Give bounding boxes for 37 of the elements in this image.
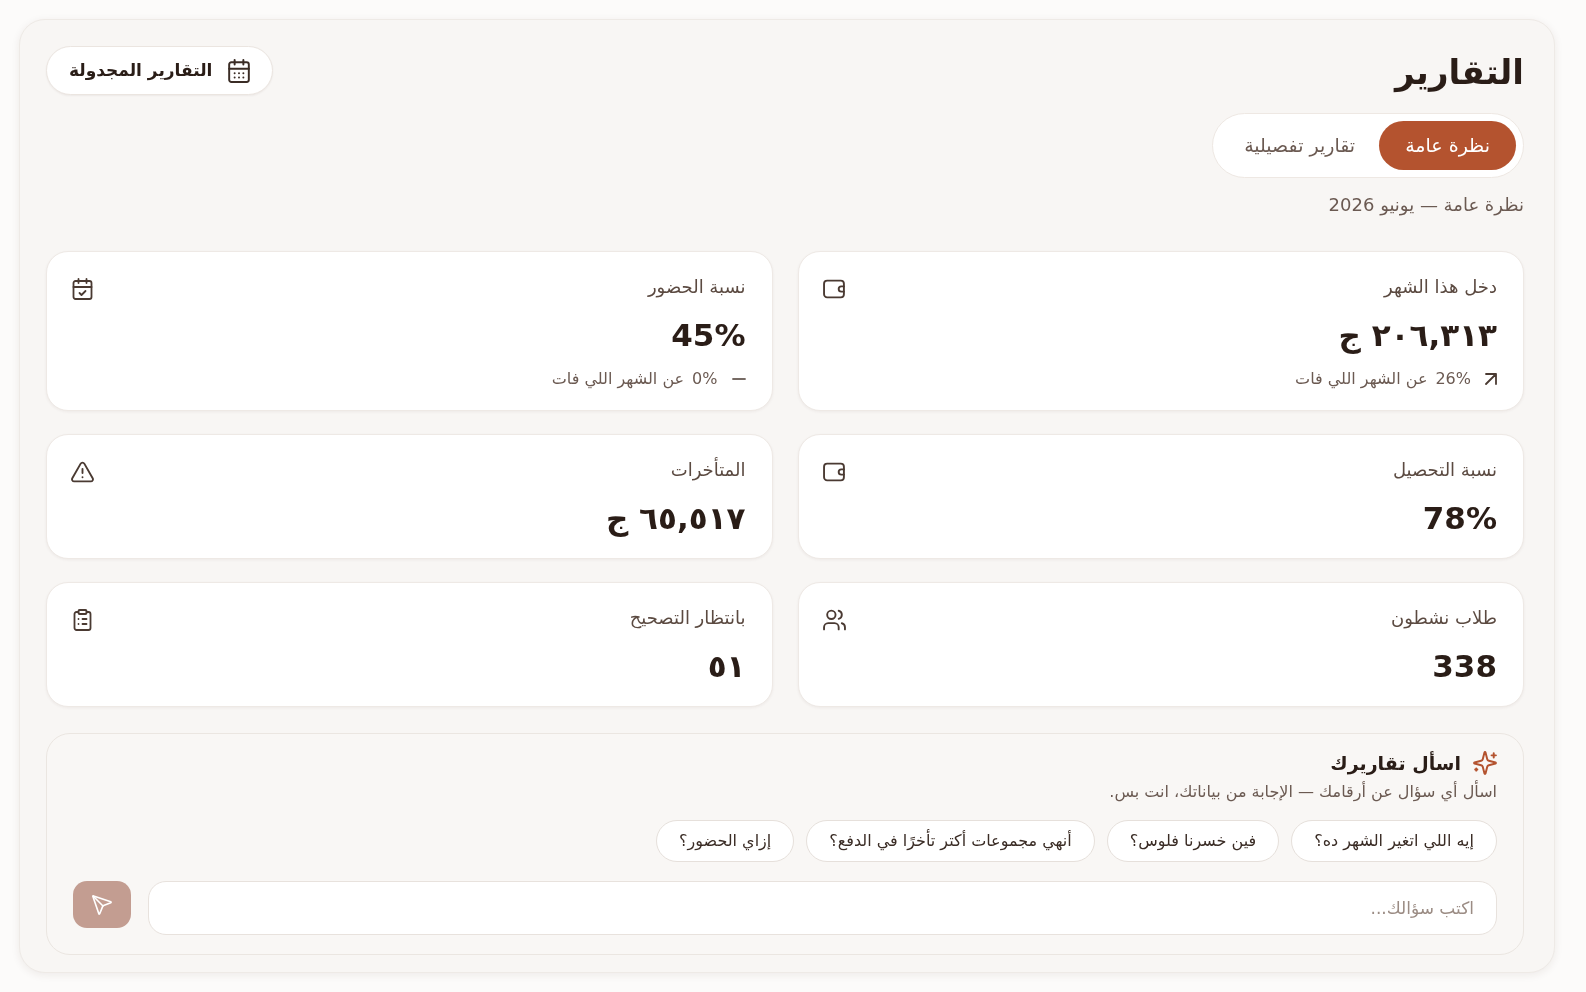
page-title: التقارير <box>1394 51 1524 94</box>
section-subtitle: نظرة عامة — يونيو 2026 <box>1328 193 1524 217</box>
wallet-icon <box>822 278 846 300</box>
sparkles-icon <box>1473 751 1497 775</box>
users-icon <box>822 609 846 631</box>
stat-label: المتأخرات <box>670 457 746 483</box>
stat-value: 338 <box>1432 647 1497 686</box>
wallet-icon <box>822 461 846 483</box>
suggestion-chip[interactable]: فين خسرنا فلوس؟ <box>1106 820 1280 862</box>
ask-description: اسأل أي سؤال عن أرقامك — الإجابة من بياناتك، انت بس. <box>1109 781 1497 803</box>
change-note: عن الشهر اللي فات <box>551 368 685 391</box>
calendar-icon <box>228 58 251 83</box>
change-percent: 0% <box>692 368 718 390</box>
clipboard-list-icon <box>71 609 94 631</box>
suggestion-chip[interactable]: إيه اللي اتغير الشهر ده؟ <box>1291 820 1497 862</box>
stat-label: دخل هذا الشهر <box>1384 275 1497 300</box>
ask-title: اسأل تقاريرك <box>1330 750 1461 776</box>
stat-label: طلاب نشطون <box>1390 606 1497 631</box>
stat-label: نسبة التحصيل <box>1392 458 1497 482</box>
stat-value: ٦٥,٥١٧ ج <box>605 499 746 538</box>
change-percent: 26% <box>1435 368 1471 390</box>
calendar-check-icon <box>71 278 94 300</box>
stat-value: ٥١ <box>707 647 746 686</box>
question-input[interactable]: اكتب سؤالك... <box>148 881 1497 935</box>
stat-label: نسبة الحضور <box>647 275 746 300</box>
warning-icon <box>71 461 94 483</box>
stat-value: 78% <box>1422 499 1497 538</box>
tab[interactable]: نظرة عامة <box>1379 121 1516 170</box>
tab[interactable]: تقارير تفصيلية <box>1220 121 1380 170</box>
send-icon <box>92 894 112 915</box>
stat-value: 45% <box>671 316 746 355</box>
suggestion-chip[interactable]: أنهي مجموعات أكتر تأخرًا في الدفع؟ <box>806 820 1095 862</box>
scheduled-reports-button[interactable]: التقارير المجدولة <box>46 46 274 95</box>
suggestion-chip[interactable]: إزاي الحضور؟ <box>656 820 795 862</box>
stat-label: بانتظار التصحيح <box>629 606 746 631</box>
stat-value: ٢٠٦,٣١٣ ج <box>1338 316 1497 355</box>
change-note: عن الشهر اللي فات <box>1295 368 1428 391</box>
